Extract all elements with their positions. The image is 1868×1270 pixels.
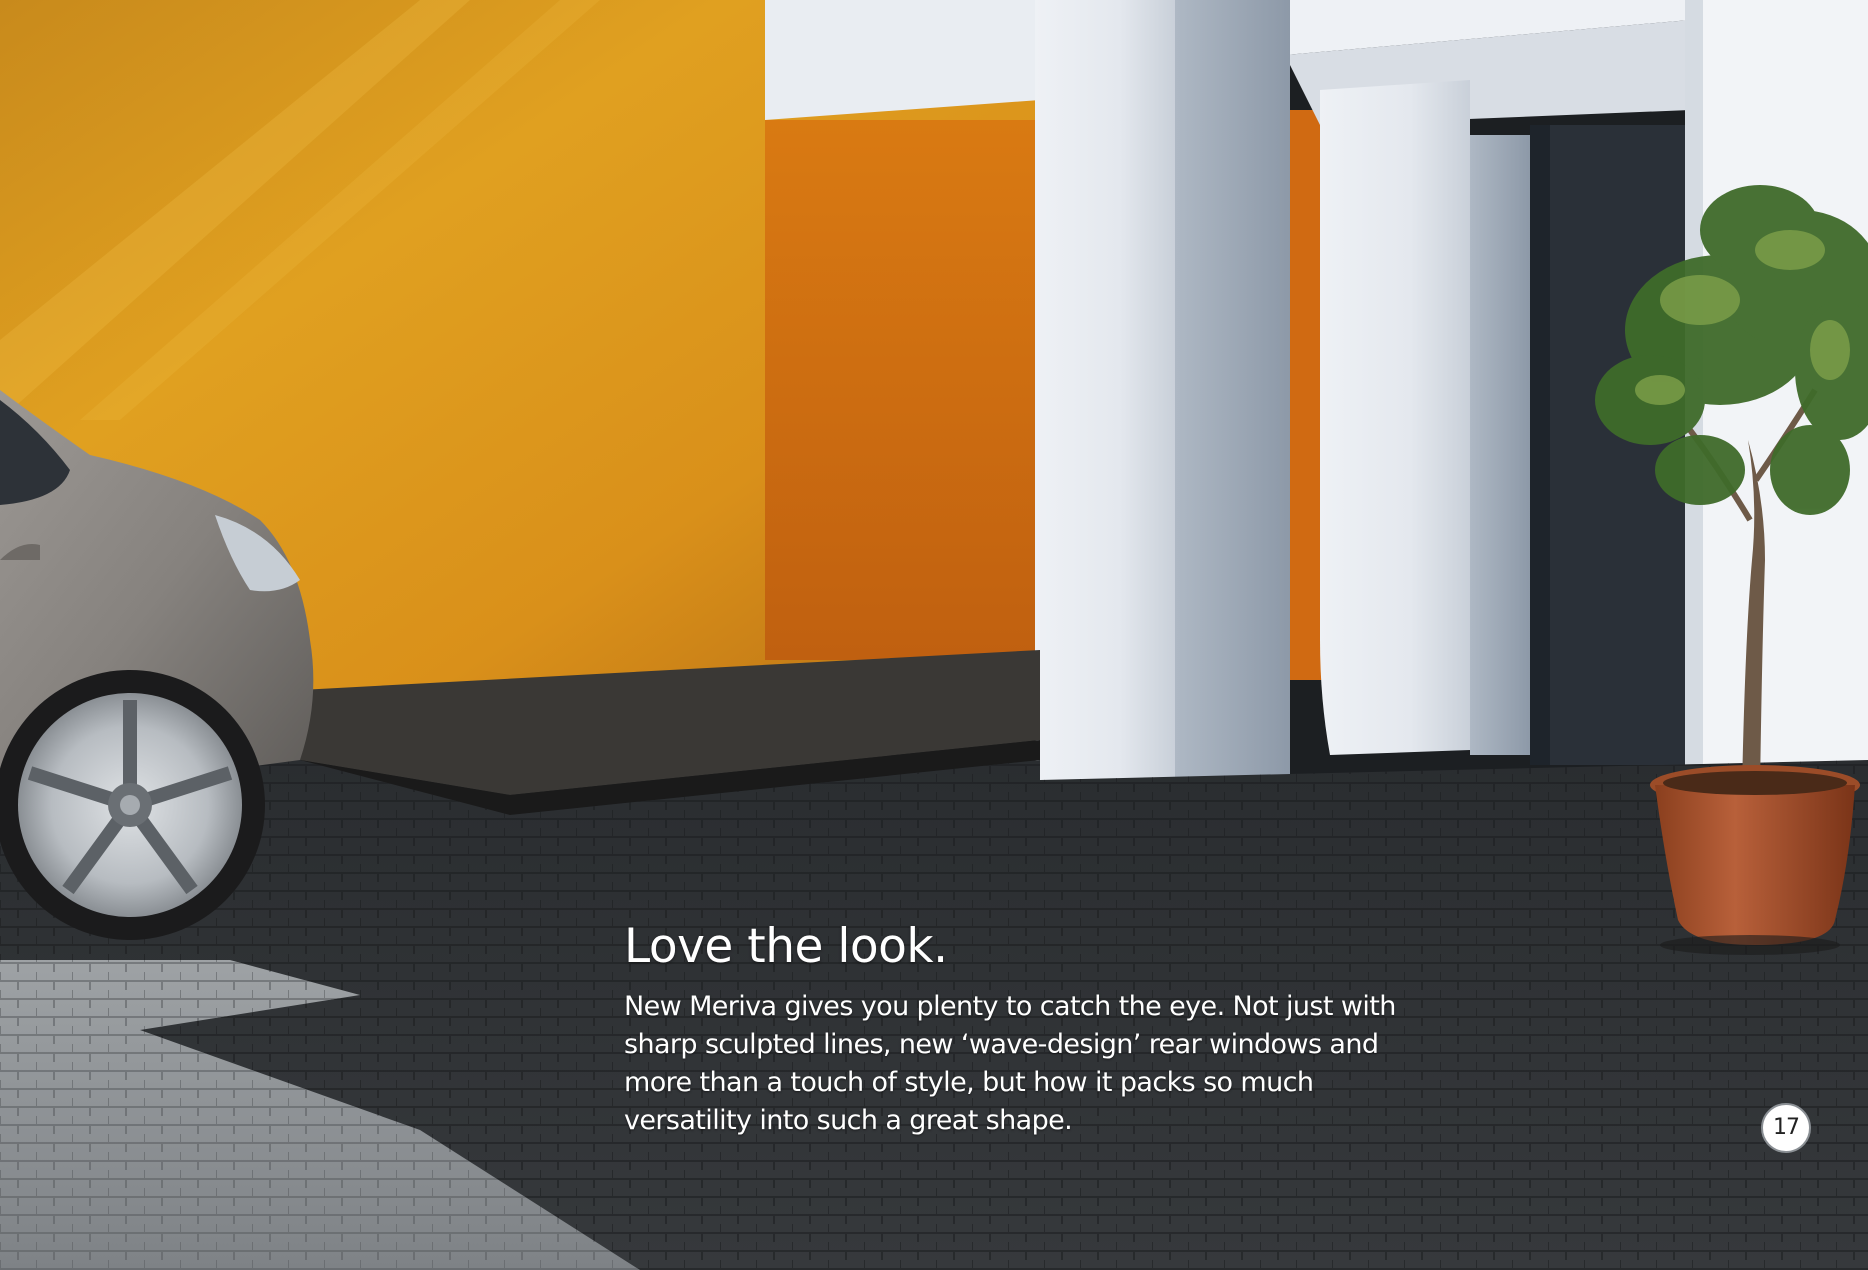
body-paragraph: New Meriva gives you plenty to catch the… [624, 991, 1396, 1136]
article-copy: Love the look. New Meriva gives you plen… [624, 918, 1444, 1140]
brochure-page: Love the look. New Meriva gives you plen… [0, 0, 1868, 1270]
headline: Love the look. [624, 919, 948, 974]
page-number-badge: 17 [1761, 1103, 1811, 1153]
